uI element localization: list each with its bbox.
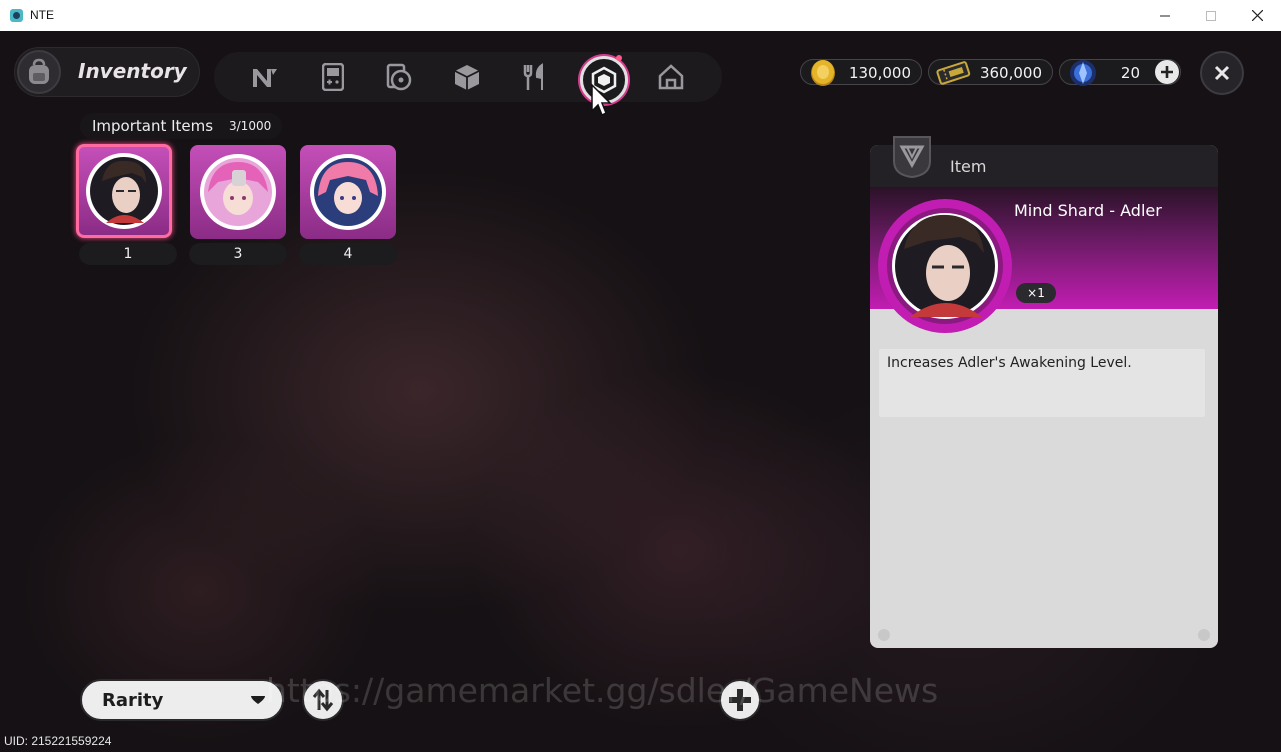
box-icon bbox=[454, 65, 480, 90]
maximize-button[interactable] bbox=[1188, 0, 1234, 31]
uid-label: UID: 215221559224 bbox=[4, 734, 112, 748]
description-box: Increases Adler's Awakening Level. bbox=[879, 349, 1205, 417]
item-number: 3 bbox=[189, 243, 287, 265]
close-icon bbox=[1251, 10, 1263, 21]
game-viewport: Inventory 130,000 360,000 20 Important I… bbox=[0, 31, 1281, 752]
add-crystal-button[interactable] bbox=[1155, 60, 1179, 84]
adler-portrait-icon bbox=[86, 153, 162, 229]
rarity-badge-icon bbox=[893, 136, 931, 179]
item-description: Increases Adler's Awakening Level. bbox=[887, 355, 1132, 371]
minimize-button[interactable] bbox=[1142, 0, 1188, 31]
home-icon bbox=[658, 64, 684, 90]
item-card-selected[interactable] bbox=[76, 144, 172, 238]
tab-n-logo[interactable] bbox=[244, 56, 286, 98]
disc-case-icon bbox=[386, 63, 412, 91]
ticket-icon bbox=[936, 61, 971, 85]
window-title-bar: NTE bbox=[0, 0, 1281, 32]
window-title: NTE bbox=[30, 8, 54, 22]
tab-food[interactable] bbox=[514, 56, 556, 98]
item-number: 1 bbox=[79, 243, 177, 265]
app-logo-icon bbox=[10, 9, 23, 22]
tab-handheld[interactable] bbox=[312, 56, 354, 98]
gold-currency: 130,000 bbox=[800, 59, 922, 86]
item-number: 4 bbox=[299, 243, 397, 265]
tab-box[interactable] bbox=[446, 56, 488, 98]
item-quantity: ×1 bbox=[1016, 283, 1056, 303]
n-logo-icon bbox=[253, 69, 277, 87]
section-count: 3/1000 bbox=[229, 119, 272, 133]
pink-hair-character-portrait-icon bbox=[200, 154, 276, 230]
sort-dropdown[interactable]: Rarity bbox=[80, 679, 284, 721]
close-icon bbox=[1214, 65, 1230, 81]
maximize-icon bbox=[1206, 10, 1216, 21]
tab-home[interactable] bbox=[650, 56, 692, 98]
pink-bob-character-portrait-icon bbox=[310, 154, 386, 230]
item-card[interactable] bbox=[190, 145, 286, 239]
section-header: Important Items 3/1000 bbox=[80, 113, 282, 139]
panel-rivet bbox=[1198, 629, 1210, 641]
window-close-button[interactable] bbox=[1234, 0, 1280, 31]
backpack-icon bbox=[17, 50, 61, 94]
fork-knife-icon bbox=[523, 63, 543, 90]
crystal-amount: 20 bbox=[1120, 64, 1140, 82]
gold-coin-icon bbox=[811, 60, 835, 86]
tab-disc-case[interactable] bbox=[378, 56, 420, 98]
item-card[interactable] bbox=[300, 145, 396, 239]
watermark-text: https://gamemarket.gg/sdler/GameNews bbox=[266, 671, 939, 710]
ticket-currency: 360,000 bbox=[928, 59, 1053, 85]
page-title: Inventory bbox=[78, 59, 187, 83]
plus-icon bbox=[1161, 66, 1173, 78]
selected-item-portrait-icon bbox=[878, 199, 1012, 333]
new-indicator-dot bbox=[616, 55, 622, 61]
handheld-console-icon bbox=[322, 63, 344, 91]
section-title: Important Items bbox=[92, 117, 214, 135]
sort-dropdown-label: Rarity bbox=[102, 690, 164, 711]
detail-header-label: Item bbox=[950, 157, 987, 176]
gold-amount: 130,000 bbox=[848, 64, 911, 82]
ticket-amount: 360,000 bbox=[979, 64, 1042, 82]
inventory-header: Inventory bbox=[14, 47, 200, 97]
mouse-cursor-icon bbox=[591, 83, 612, 117]
panel-rivet bbox=[878, 629, 890, 641]
item-name: Mind Shard - Adler bbox=[1014, 201, 1162, 220]
minimize-icon bbox=[1160, 15, 1170, 16]
crystal-icon bbox=[1070, 60, 1096, 86]
caret-down-icon bbox=[251, 696, 265, 704]
close-inventory-button[interactable] bbox=[1200, 51, 1244, 95]
